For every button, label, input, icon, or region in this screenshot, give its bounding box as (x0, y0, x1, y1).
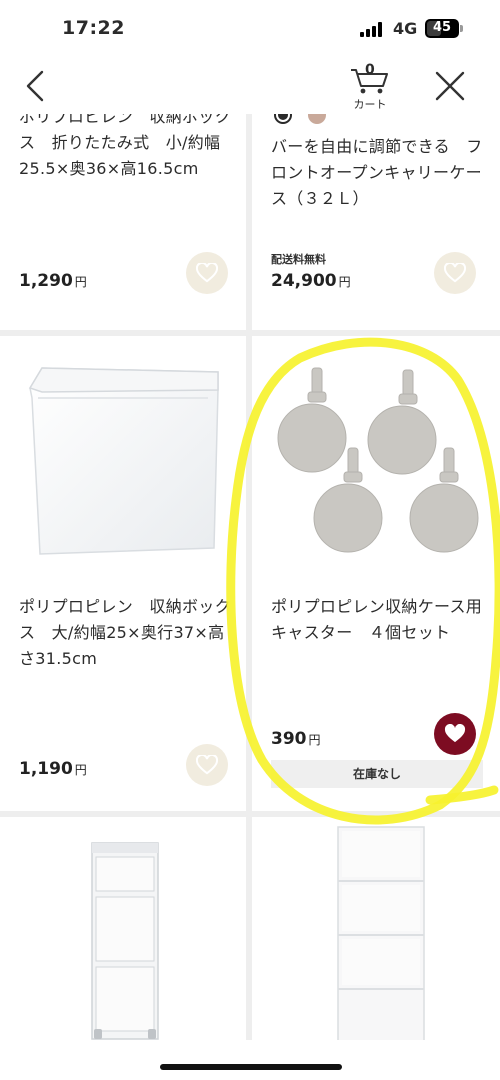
product-image (337, 826, 425, 1040)
battery-level: 45 (432, 20, 452, 35)
chevron-left-icon (26, 70, 44, 102)
cart-label: カート (353, 98, 387, 111)
heart-icon (196, 755, 218, 775)
battery-icon: 45 (425, 19, 459, 38)
favorite-button[interactable] (186, 744, 228, 786)
product-price: 390 円 (271, 729, 321, 749)
heart-icon (444, 724, 466, 743)
home-indicator[interactable] (160, 1064, 342, 1070)
product-price: 24,900 円 (271, 271, 351, 291)
status-time: 17:22 (62, 17, 125, 39)
favorite-button[interactable] (434, 252, 476, 294)
swatch-black[interactable] (274, 114, 292, 124)
product-image (277, 367, 479, 553)
shipping-badge: 配送料無料 (271, 253, 326, 266)
favorite-button-active[interactable] (434, 713, 476, 755)
product-image (91, 842, 159, 1040)
product-title: ポリプロピレン 収納ボックス 大/約幅25×奥行37×高さ31.5cm (19, 597, 231, 668)
back-button[interactable] (18, 66, 58, 106)
network-type: 4G (393, 19, 418, 38)
product-card[interactable]: ポリプロピレン収納ケース用キャスター ４個セット 390 円 在庫なし (252, 336, 500, 811)
bottom-bar (0, 1040, 500, 1080)
product-title: ポリプロピレン収納ケース用キャスター ４個セット (271, 597, 483, 642)
product-image (28, 367, 219, 555)
price-currency: 円 (74, 763, 87, 777)
heart-icon (444, 263, 466, 283)
product-price: 1,290 円 (19, 271, 87, 291)
battery-tip (460, 25, 463, 32)
product-price: 1,190 円 (19, 759, 87, 779)
product-card[interactable] (252, 817, 500, 1040)
price-currency: 円 (338, 275, 351, 289)
product-card[interactable]: ポリプロピレン 収納ボックス 大/約幅25×奥行37×高さ31.5cm 1,19… (0, 336, 246, 811)
price-value: 1,190 (19, 759, 73, 779)
signal-icon (360, 22, 384, 37)
favorite-button[interactable] (186, 252, 228, 294)
stock-status: 在庫なし (271, 760, 483, 788)
close-icon (435, 71, 465, 101)
status-bar: 17:22 4G 45 (0, 0, 500, 58)
price-value: 390 (271, 729, 307, 749)
price-currency: 円 (74, 275, 87, 289)
nav-bar: 0 カート (0, 58, 500, 114)
price-currency: 円 (308, 733, 321, 747)
heart-icon (196, 263, 218, 283)
close-button[interactable] (432, 68, 468, 104)
product-title: バーを自由に調節できる フロントオープンキャリーケース（３２Ｌ） (271, 137, 483, 208)
product-title: ポリプロピレン 収納ボックス 折りたたみ式 小/約幅25.5×奥36×高16.5… (19, 114, 231, 178)
product-card[interactable] (0, 817, 246, 1040)
swatch-pink[interactable] (308, 114, 326, 124)
product-grid: ポリプロピレン 収納ボックス 折りたたみ式 小/約幅25.5×奥36×高16.5… (0, 114, 500, 1040)
price-value: 24,900 (271, 271, 337, 291)
product-card[interactable]: バーを自由に調節できる フロントオープンキャリーケース（３２Ｌ） 配送料無料 2… (252, 114, 500, 330)
cart-count: 0 (365, 62, 375, 78)
product-card[interactable]: ポリプロピレン 収納ボックス 折りたたみ式 小/約幅25.5×奥36×高16.5… (0, 114, 246, 330)
cart-button[interactable]: 0 カート (343, 60, 397, 112)
price-value: 1,290 (19, 271, 73, 291)
